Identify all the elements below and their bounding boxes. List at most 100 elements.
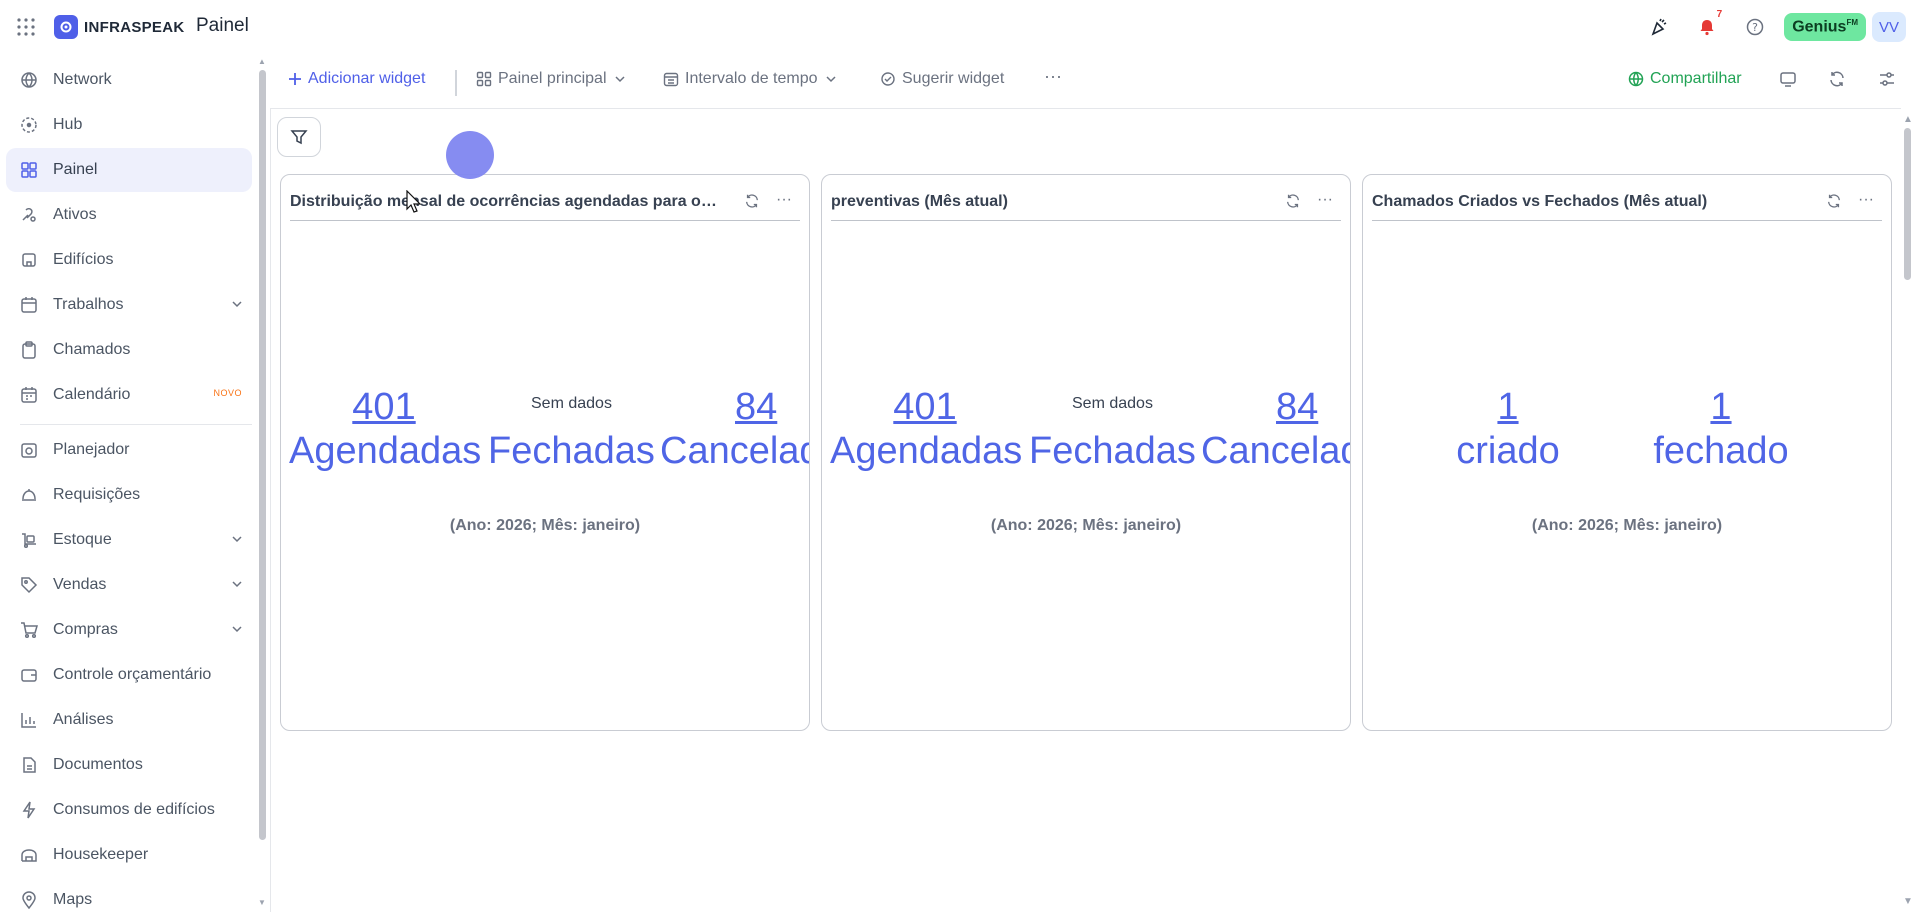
assets-icon (20, 206, 38, 224)
genius-label: Genius (1792, 18, 1847, 36)
share-label: Compartilhar (1650, 70, 1742, 87)
stat-value[interactable]: 84 (660, 385, 809, 429)
sidebar: Network Hub Painel Ativos Edifícios Trab… (0, 55, 262, 912)
map-pin-icon (20, 891, 38, 909)
share-button[interactable]: Compartilhar (1628, 70, 1742, 88)
widget-header: Chamados Criados vs Fechados (Mês atual)… (1372, 189, 1882, 221)
add-widget-button[interactable]: Adicionar widget (288, 70, 425, 88)
calendar-icon (20, 386, 38, 404)
stat-value (1029, 385, 1189, 429)
globe-icon (1628, 71, 1644, 87)
sidebar-scroll-up[interactable]: ▲ (258, 57, 266, 66)
top-bar: INFRASPEAK Painel 7 ? GeniusFM VV (0, 0, 1920, 55)
more-options-icon[interactable]: ··· (1044, 66, 1062, 87)
refresh-icon[interactable] (1826, 193, 1842, 214)
sidebar-item-documentos[interactable]: Documentos (6, 743, 252, 787)
sidebar-item-label: Painel (53, 161, 98, 178)
refresh-icon[interactable] (744, 193, 760, 214)
suggest-widget-button[interactable]: Sugerir widget (880, 70, 1004, 88)
sidebar-item-network[interactable]: Network (6, 58, 252, 102)
dashboard-select[interactable]: Painel principal (476, 70, 627, 88)
dashboard-icon (20, 161, 38, 179)
chevron-down-icon[interactable] (230, 622, 244, 641)
more-options-icon[interactable]: ··· (1858, 191, 1874, 209)
chevron-down-icon[interactable] (230, 532, 244, 551)
sidebar-item-label: Compras (53, 621, 118, 638)
sidebar-item-maps[interactable]: Maps (6, 878, 252, 922)
stat-label: Cancelad (1201, 430, 1351, 472)
sidebar-item-controle-orcamentario[interactable]: Controle orçamentário (6, 653, 252, 697)
stat-value[interactable]: 1 (1423, 385, 1593, 429)
more-options-icon[interactable]: ··· (1317, 191, 1333, 209)
stat-label: Fechadas (1029, 430, 1196, 472)
sidebar-item-chamados[interactable]: Chamados (6, 328, 252, 372)
lightning-icon (20, 801, 38, 819)
sidebar-item-estoque[interactable]: Estoque (6, 518, 252, 562)
sidebar-item-housekeeper[interactable]: Housekeeper (6, 833, 252, 877)
notification-count-badge: 7 (1716, 9, 1723, 20)
stat-value[interactable]: 84 (1201, 385, 1350, 429)
notifications-bell-icon[interactable]: 7 (1696, 9, 1722, 38)
sidebar-scroll-down[interactable]: ▼ (258, 898, 266, 907)
settings-sliders-icon[interactable] (1878, 70, 1896, 88)
sidebar-item-label: Consumos de edifícios (53, 801, 215, 818)
sidebar-item-edificios[interactable]: Edifícios (6, 238, 252, 282)
widget-card: Distribuição mensal de ocorrências agend… (280, 174, 810, 731)
suggest-widget-label: Sugerir widget (902, 70, 1005, 87)
help-icon[interactable]: ? (1744, 16, 1766, 38)
stat-value[interactable]: 1 (1636, 385, 1806, 429)
stat-cancelled: 84 Cancelad (1201, 385, 1351, 473)
sidebar-divider (20, 424, 252, 425)
tag-icon (20, 576, 38, 594)
chevron-down-icon[interactable] (230, 297, 244, 316)
sidebar-border (270, 108, 271, 912)
sidebar-item-vendas[interactable]: Vendas (6, 563, 252, 607)
main-scroll-up[interactable]: ▲ (1903, 114, 1913, 125)
tv-mode-icon[interactable] (1779, 70, 1797, 88)
dashboard-select-label: Painel principal (498, 70, 607, 87)
genius-fm-button[interactable]: GeniusFM (1784, 12, 1866, 42)
sidebar-item-analises[interactable]: Análises (6, 698, 252, 742)
cursor-highlight (446, 131, 494, 179)
suggest-icon (881, 72, 895, 86)
sidebar-item-compras[interactable]: Compras (6, 608, 252, 652)
dashboard-icon (476, 71, 492, 87)
sidebar-item-label: Calendário (53, 386, 131, 403)
time-interval-select[interactable]: Intervalo de tempo (663, 70, 838, 88)
filter-icon (290, 130, 308, 145)
user-avatar[interactable]: VV (1872, 12, 1906, 42)
more-options-icon[interactable]: ··· (776, 191, 792, 209)
apps-grid-icon[interactable] (16, 17, 36, 37)
stat-value[interactable]: 401 (289, 385, 479, 429)
chevron-down-icon[interactable] (230, 577, 244, 596)
main-scrollbar[interactable] (1904, 128, 1911, 280)
filter-button[interactable] (277, 117, 321, 157)
stat-value (488, 385, 648, 429)
sidebar-item-calendario[interactable]: Calendário NOVO (6, 373, 252, 417)
main-scroll-down[interactable]: ▼ (1903, 896, 1913, 907)
period-text: (Ano: 2026; Mês: janeiro) (990, 517, 1182, 534)
sidebar-item-trabalhos[interactable]: Trabalhos (6, 283, 252, 327)
sidebar-item-planejador[interactable]: Planejador (6, 428, 252, 472)
app-logo[interactable]: INFRASPEAK (54, 15, 185, 39)
plus-icon (289, 73, 301, 85)
stat-cancelled: 84 Cancelad (660, 385, 809, 473)
sidebar-item-ativos[interactable]: Ativos (6, 193, 252, 237)
widget-header: preventivas (Mês atual) ··· (831, 189, 1341, 221)
refresh-icon[interactable] (1285, 193, 1301, 214)
sidebar-item-requisicoes[interactable]: Requisições (6, 473, 252, 517)
sidebar-item-hub[interactable]: Hub (6, 103, 252, 147)
stat-created: 1 criado (1423, 385, 1593, 473)
stat-value[interactable]: 401 (830, 385, 1020, 429)
sidebar-item-painel[interactable]: Painel (6, 148, 252, 192)
sidebar-scrollbar[interactable] (259, 70, 266, 840)
sidebar-item-label: Network (53, 71, 112, 88)
sidebar-item-label: Maps (53, 891, 93, 908)
toolbar-divider (455, 70, 457, 96)
stat-label: Agendadas (289, 430, 482, 472)
sidebar-item-consumos[interactable]: Consumos de edifícios (6, 788, 252, 832)
new-badge: NOVO (213, 388, 242, 398)
planner-icon (20, 441, 38, 459)
refresh-icon[interactable] (1828, 70, 1846, 88)
party-popper-icon[interactable] (1648, 16, 1670, 38)
